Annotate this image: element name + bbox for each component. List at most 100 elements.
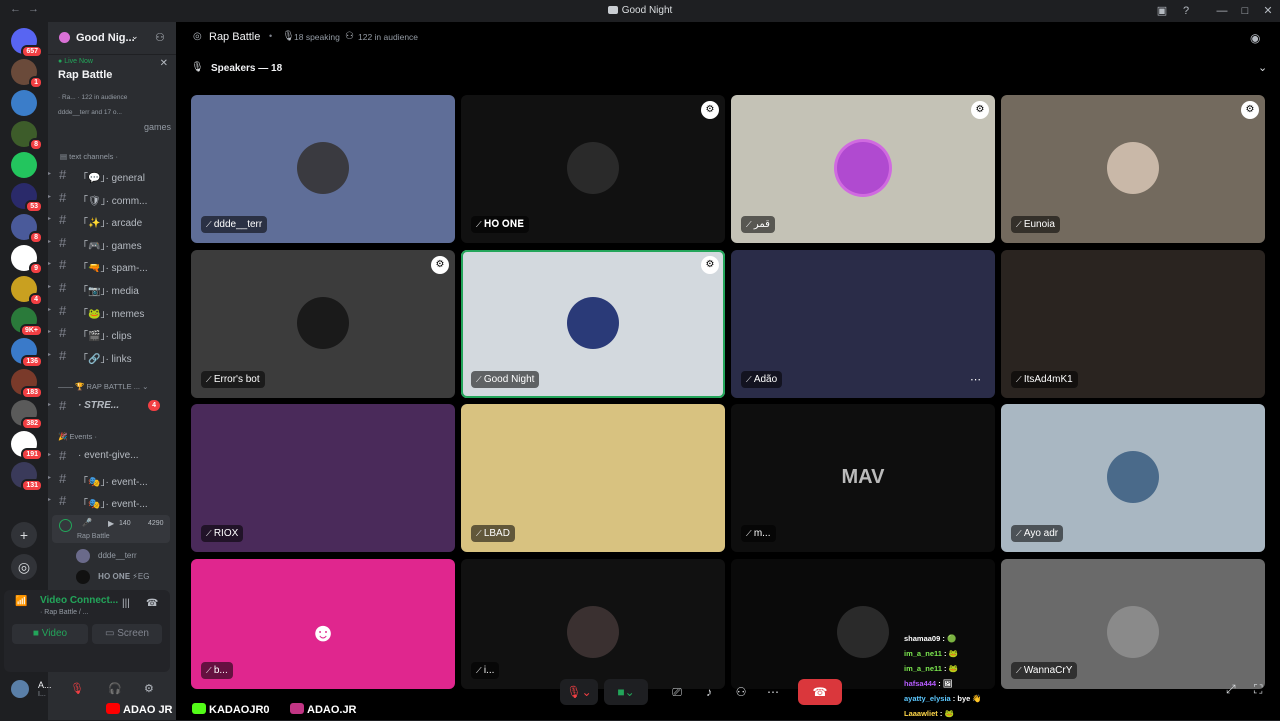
server-icon-server-14[interactable]: 131	[11, 462, 43, 492]
more-icon[interactable]: ⋯	[970, 373, 981, 386]
screen-share-button[interactable]: ▭ Screen	[92, 624, 162, 644]
sidebar-channel[interactable]: ▸ # 「🎬」· clips	[48, 324, 172, 342]
disconnect-icon[interactable]: ☎	[146, 598, 158, 609]
server-badge: 382	[21, 417, 43, 430]
minimize-button[interactable]: —	[1214, 3, 1230, 19]
user-status: I...	[38, 691, 46, 698]
chevron-down-icon[interactable]: ⌄	[1258, 61, 1267, 74]
avatar	[76, 570, 90, 584]
sidebar-channel[interactable]: ▸ # 「💬」· general	[48, 166, 172, 184]
discover-icon[interactable]: ◎	[11, 554, 37, 580]
fullscreen-icon[interactable]: ⛶	[1254, 682, 1262, 697]
sidebar-channel[interactable]: ▸ # 「🔗」· links	[48, 347, 172, 365]
participants-icon[interactable]: ◉	[1250, 31, 1260, 45]
avatar	[1107, 451, 1159, 503]
screen-share-icon[interactable]: ⎚	[664, 679, 690, 705]
server-icon-server-3[interactable]: 8	[11, 121, 43, 151]
prev-channel-item[interactable]: games	[144, 122, 171, 132]
event-channel[interactable]: ▸ # · event-give...	[48, 447, 172, 465]
sidebar-channel[interactable]: ▸ # 「🐸」· memes	[48, 302, 172, 320]
participant-tile[interactable]: ⚙ ⟋ Eunoia	[1001, 95, 1265, 243]
server-icon-server-11[interactable]: 183	[11, 369, 43, 399]
avatar[interactable]	[11, 680, 29, 698]
active-voice-channel[interactable]: 🎤 ▶ 140 4290 Rap Battle	[52, 515, 170, 543]
add-server-icon[interactable]: +	[11, 522, 37, 548]
chat-text: 🐸	[944, 709, 954, 718]
participant-tile[interactable]: ⟋ ddde__terr	[191, 95, 455, 243]
sidebar-channel[interactable]: ▸ # 「✨」· arcade	[48, 211, 172, 229]
inbox-icon[interactable]: ▣	[1154, 3, 1170, 19]
participant-name: ⟋ قمر	[741, 216, 775, 233]
participant-tile[interactable]: ⟋ i...	[461, 558, 725, 689]
server-icon-server-2[interactable]	[11, 90, 37, 116]
server-icon-server-9[interactable]: 9K+	[11, 307, 43, 337]
mic-muted-icon: ⟋	[746, 374, 754, 384]
rap-category[interactable]: —— 🏆 RAP BATTLE ... ⌄	[58, 382, 148, 391]
activity-icon[interactable]: ⚇	[728, 679, 754, 705]
event-channel[interactable]: ▸ # 「🎭」· event-...	[48, 492, 172, 510]
participant-tile[interactable]: ⚙ ⟋ قمر	[731, 95, 995, 243]
mic-toggle-button[interactable]: 🎙⌄	[560, 679, 598, 705]
participant-tile[interactable]: ⚙ ⟋ Error's bot	[191, 249, 455, 398]
camera-icon: ▶	[108, 519, 115, 528]
voice-channel-subtitle: Rap Battle	[77, 533, 110, 540]
live-stage-card[interactable]: ● Live Now Rap Battle ✕ · Ra... · 122 in…	[54, 56, 170, 118]
mic-icon: 🎙	[282, 31, 295, 42]
chat-text: 🐸	[948, 664, 958, 673]
popout-icon[interactable]: ⤢	[1226, 682, 1236, 697]
invite-people-icon[interactable]: ⚇	[155, 31, 165, 44]
gear-icon[interactable]: ⚙	[144, 682, 154, 695]
help-icon[interactable]: ?	[1178, 3, 1194, 19]
maximize-button[interactable]: □	[1237, 3, 1253, 19]
sidebar-channel[interactable]: ▸ # 「📷」· media	[48, 279, 172, 297]
speakers-section-header[interactable]: 🎙 Speakers — 18 ⌄	[176, 58, 1280, 80]
events-category[interactable]: 🎉 Events ·	[58, 432, 97, 441]
server-icon-server-10[interactable]: 136	[11, 338, 43, 368]
channel-rap-stream[interactable]: ▸ # · STRE... 4	[48, 397, 172, 415]
participant-tile[interactable]: ⟋ LBAD	[461, 404, 725, 552]
noise-suppression-icon[interactable]: |||	[122, 598, 130, 609]
event-channel[interactable]: ▸ # 「🎭」· event-...	[48, 470, 172, 488]
live-stage-participants: ddde__terr and 17 o...	[58, 109, 122, 116]
server-icon-direct-messages[interactable]: 657	[11, 28, 43, 58]
participant-tile[interactable]: ⟋ Ayo adr	[1001, 404, 1265, 552]
participant-tile[interactable]: ☻ ⟋ b...	[191, 558, 455, 689]
text-category[interactable]: ▤ text channels ·	[60, 152, 118, 161]
participant-tile[interactable]: MAV ⟋ m...	[731, 404, 995, 552]
server-icon-server-7[interactable]: 9	[11, 245, 43, 275]
participant-tile[interactable]: ⟋ Adão ⋯	[731, 249, 995, 398]
participant-tile[interactable]: ⟋ ItsAd4mK1	[1001, 249, 1265, 398]
sidebar-channel[interactable]: ▸ # 「🛡」· comm...	[48, 189, 172, 207]
camera-toggle-button[interactable]: ■⌄	[604, 679, 648, 705]
video-button[interactable]: ■ Video	[12, 624, 88, 644]
server-icon-server-4[interactable]	[11, 152, 37, 178]
more-icon[interactable]: ⋯	[760, 679, 786, 705]
server-icon-server-1[interactable]: 1	[11, 59, 43, 89]
close-window-button[interactable]: ✕	[1260, 3, 1276, 19]
server-badge: 191	[21, 448, 43, 461]
server-icon-server-6[interactable]: 8	[11, 214, 43, 244]
participant-tile[interactable]: ⚙ ⟋ Good Night	[461, 249, 725, 398]
soundboard-icon[interactable]: ♪	[696, 679, 722, 705]
voice-user-name: ddde__terr	[98, 551, 137, 560]
voice-connection-title: Video Connect...	[40, 595, 119, 606]
server-icon-server-13[interactable]: 191	[11, 431, 43, 461]
participant-tile[interactable]: ⟋ RIOX	[191, 404, 455, 552]
close-icon[interactable]: ✕	[160, 58, 168, 69]
participant-tile[interactable]: ⟋ WannaCrY	[1001, 558, 1265, 689]
voice-connection-subtitle[interactable]: · Rap Battle / ...	[40, 609, 89, 616]
server-icon-server-5[interactable]: 53	[11, 183, 43, 213]
headset-icon[interactable]: 🎧	[108, 682, 122, 695]
server-icon-server-8[interactable]: 4	[11, 276, 43, 306]
chat-user: im_a_ne11	[904, 649, 942, 658]
sidebar-channel[interactable]: ▸ # 「🎮」· games	[48, 234, 172, 252]
participant-tile[interactable]: ⚙ ⟋ 𝐇𝐎 𝐎𝐍𝐄	[461, 95, 725, 243]
mic-muted-icon: ⟋	[1016, 374, 1024, 384]
live-stage-title: Rap Battle	[58, 69, 113, 81]
leave-stage-button[interactable]: ☎	[798, 679, 842, 705]
sidebar-channel[interactable]: ▸ # 「🔫」· spam-...	[48, 256, 172, 274]
mic-muted-icon[interactable]: 🎙	[70, 682, 84, 695]
server-header[interactable]: Good Nig... ⌄ ⚇	[48, 22, 176, 55]
app-logo-icon	[607, 6, 618, 14]
server-icon-server-12[interactable]: 382	[11, 400, 43, 430]
